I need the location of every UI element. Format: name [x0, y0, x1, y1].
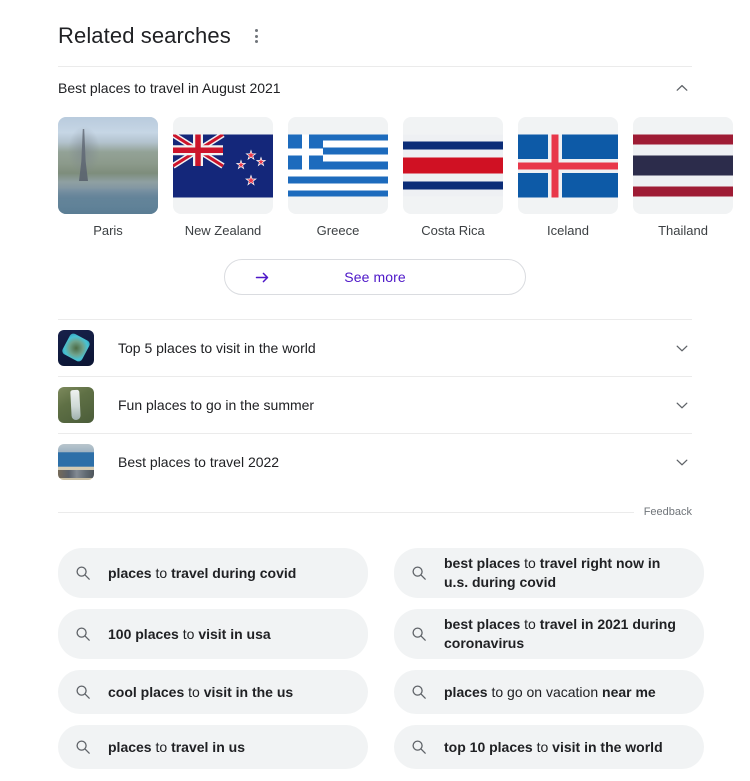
flag-thumbnail-greece — [288, 117, 388, 214]
flag-thumbnail-thailand — [633, 117, 733, 214]
section-thumbnail-island-aerial — [58, 330, 94, 366]
destination-tile[interactable]: New Zealand — [173, 117, 273, 239]
suggestion-chip-label: cool places to visit in the us — [108, 683, 293, 702]
chip-text-bold: travel during covid — [171, 565, 296, 581]
chip-text-bold: best places — [444, 616, 520, 632]
chevron-down-icon[interactable] — [672, 395, 692, 415]
chip-text-normal: to — [179, 626, 198, 642]
chevron-down-icon[interactable] — [672, 452, 692, 472]
collapsed-section-list: Top 5 places to visit in the world Fun pl… — [58, 319, 692, 490]
suggestion-chip[interactable]: cool places to visit in the us — [58, 670, 368, 714]
flag-iceland — [518, 134, 618, 197]
flag-costa-rica — [403, 134, 503, 197]
chip-text-normal: to go on vacation — [488, 684, 602, 700]
collapsed-section-label: Top 5 places to visit in the world — [118, 340, 672, 356]
collapsed-section-label: Fun places to go in the summer — [118, 397, 672, 413]
chip-text-normal: to — [152, 565, 171, 581]
flag-thumbnail-new-zealand — [173, 117, 273, 214]
chip-text-bold: visit in usa — [198, 626, 270, 642]
flag-greece — [288, 134, 388, 197]
expanded-section-header[interactable]: Best places to travel in August 2021 — [0, 67, 750, 109]
destination-tile-label: Greece — [288, 223, 388, 239]
search-icon — [394, 565, 444, 581]
destination-tile-label: Thailand — [633, 223, 733, 239]
panel-header: Related searches — [0, 0, 750, 54]
chip-text-bold: best places — [444, 555, 520, 571]
suggestion-chip[interactable]: places to go on vacation near me — [394, 670, 704, 714]
search-icon — [58, 739, 108, 755]
flag-new-zealand — [173, 134, 273, 197]
destination-tile[interactable]: Iceland — [518, 117, 618, 239]
collapsed-section-label: Best places to travel 2022 — [118, 454, 672, 470]
destination-tile[interactable]: Thailand — [633, 117, 733, 239]
search-icon — [394, 739, 444, 755]
see-more-container: See more — [0, 239, 750, 295]
destination-tile-label: Paris — [58, 223, 158, 239]
destination-tile-label: New Zealand — [173, 223, 273, 239]
search-icon — [58, 684, 108, 700]
paris-photo — [58, 117, 158, 214]
chip-text-normal: to — [520, 616, 539, 632]
chip-text-bold: near me — [602, 684, 656, 700]
destination-tile-row: Paris New Zealand Greece Costa Rica Iceland T… — [0, 109, 750, 239]
suggestion-chip-label: top 10 places to visit in the world — [444, 738, 663, 757]
search-icon — [58, 626, 108, 642]
chip-text-normal: to — [152, 739, 171, 755]
related-searches-panel: Related searches Best places to travel i… — [0, 0, 750, 781]
flag-thailand — [633, 134, 733, 197]
section-thumbnail-beach-city — [58, 444, 94, 480]
chip-text-bold: cool places — [108, 684, 184, 700]
feedback-divider — [58, 512, 634, 513]
suggestion-chip[interactable]: best places to travel right now in u.s. … — [394, 548, 704, 598]
suggestion-chip-label: best places to travel right now in u.s. … — [444, 554, 688, 592]
collapsed-section-row[interactable]: Best places to travel 2022 — [58, 433, 692, 490]
chip-text-bold: 100 places — [108, 626, 179, 642]
see-more-button[interactable]: See more — [224, 259, 526, 295]
destination-tile-label: Costa Rica — [403, 223, 503, 239]
flag-thumbnail-costa-rica — [403, 117, 503, 214]
arrow-right-icon — [253, 268, 271, 286]
collapsed-section-row[interactable]: Top 5 places to visit in the world — [58, 319, 692, 376]
expanded-section-label: Best places to travel in August 2021 — [58, 80, 672, 96]
suggestion-chip-label: places to go on vacation near me — [444, 683, 656, 702]
suggestion-chip-label: 100 places to visit in usa — [108, 625, 271, 644]
chip-text-bold: travel in us — [171, 739, 245, 755]
flag-thumbnail-iceland — [518, 117, 618, 214]
chevron-down-icon[interactable] — [672, 338, 692, 358]
destination-tile[interactable]: Paris — [58, 117, 158, 239]
chip-text-bold: visit in the us — [204, 684, 293, 700]
chip-text-bold: places — [108, 739, 152, 755]
page-title: Related searches — [58, 22, 231, 50]
suggestion-chip-grid: places to travel during covid best places… — [0, 518, 750, 769]
collapsed-section-row[interactable]: Fun places to go in the summer — [58, 376, 692, 433]
suggestion-chip-label: places to travel in us — [108, 738, 245, 757]
chip-text-bold: places — [108, 565, 152, 581]
chip-text-normal: to — [184, 684, 203, 700]
search-icon — [394, 626, 444, 642]
suggestion-chip-label: best places to travel in 2021 during cor… — [444, 615, 688, 653]
feedback-link[interactable]: Feedback — [644, 506, 692, 518]
chip-text-normal: to — [520, 555, 539, 571]
feedback-row: Feedback — [58, 506, 692, 518]
suggestion-chip[interactable]: 100 places to visit in usa — [58, 609, 368, 659]
suggestion-chip-label: places to travel during covid — [108, 564, 296, 583]
chip-text-bold: visit in the world — [552, 739, 662, 755]
search-icon — [58, 565, 108, 581]
destination-tile[interactable]: Costa Rica — [403, 117, 503, 239]
chip-text-bold: top 10 places — [444, 739, 533, 755]
chevron-up-icon[interactable] — [672, 78, 692, 98]
chip-text-normal: to — [533, 739, 552, 755]
search-icon — [394, 684, 444, 700]
suggestion-chip[interactable]: best places to travel in 2021 during cor… — [394, 609, 704, 659]
destination-tile-label: Iceland — [518, 223, 618, 239]
photo-thumbnail-paris — [58, 117, 158, 214]
destination-tile[interactable]: Greece — [288, 117, 388, 239]
chip-text-bold: places — [444, 684, 488, 700]
kebab-menu-icon[interactable] — [245, 21, 269, 51]
suggestion-chip[interactable]: top 10 places to visit in the world — [394, 725, 704, 769]
suggestion-chip[interactable]: places to travel during covid — [58, 548, 368, 598]
suggestion-chip[interactable]: places to travel in us — [58, 725, 368, 769]
section-thumbnail-waterfall — [58, 387, 94, 423]
